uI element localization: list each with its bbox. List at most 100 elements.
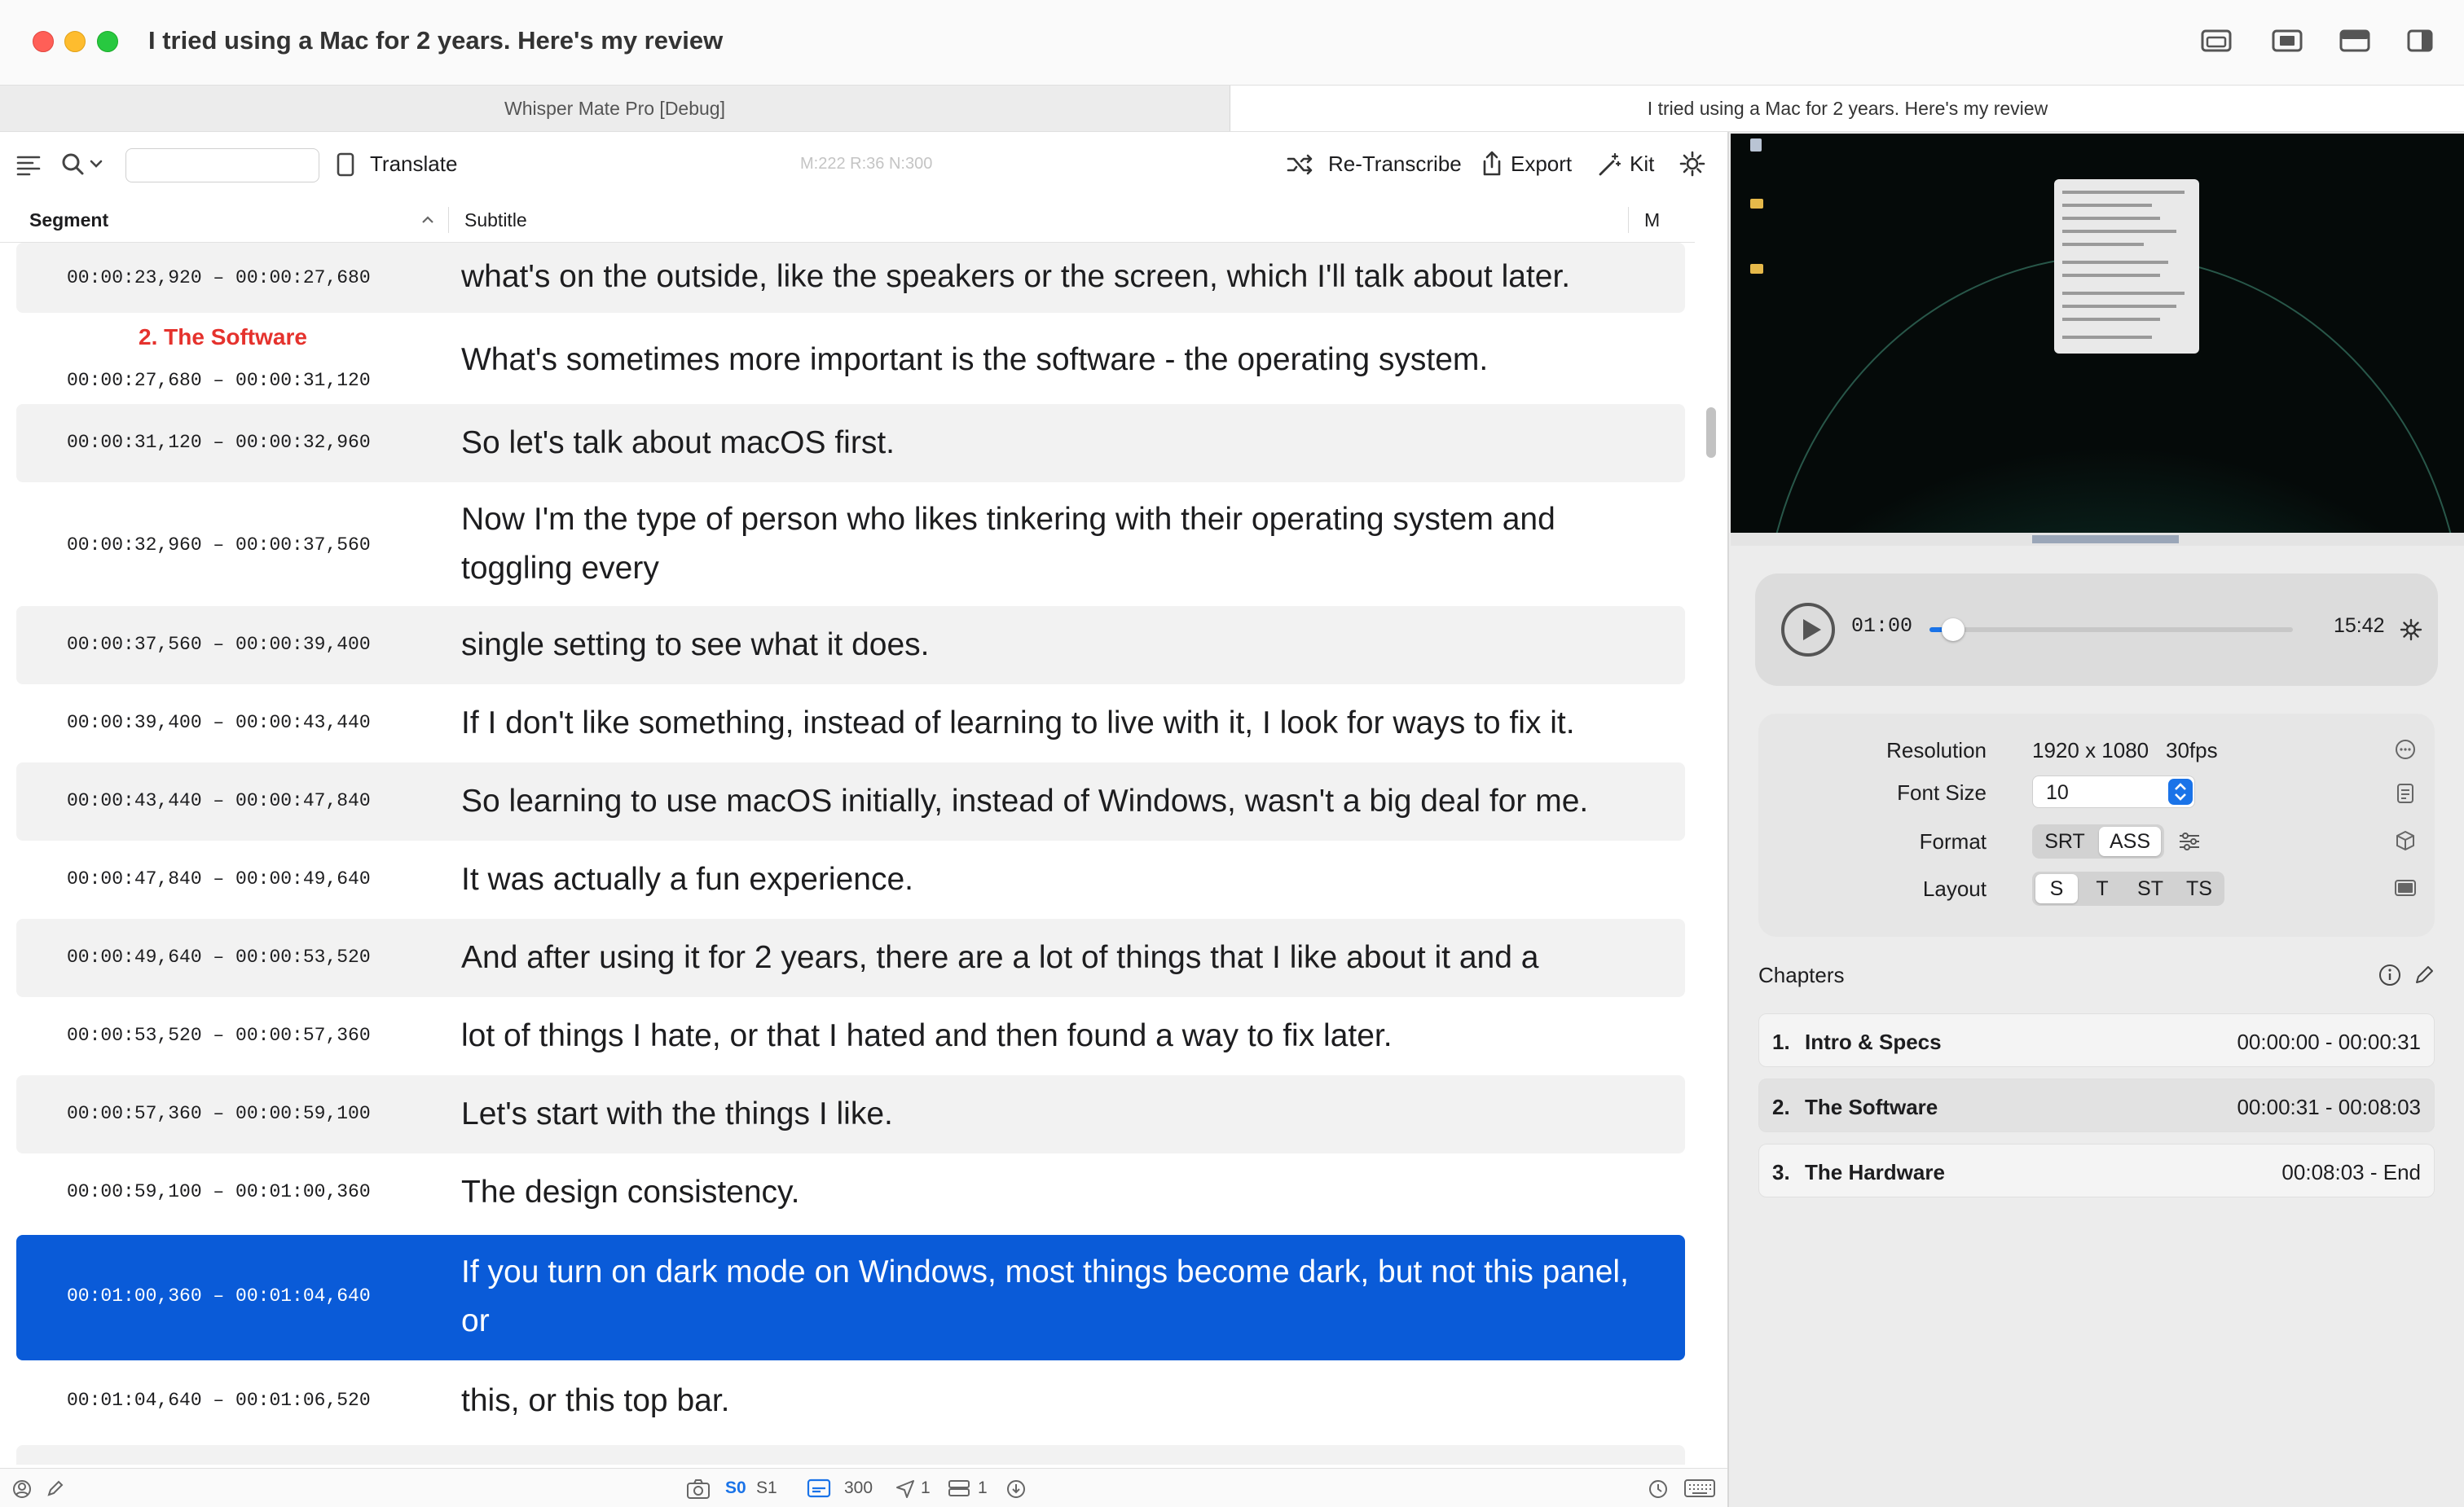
segment-time: 00:00:49,640 – 00:00:53,520 xyxy=(67,947,371,968)
chapter-name: The Software xyxy=(1805,1095,1938,1119)
subtitle-text[interactable]: single setting to see what it does. xyxy=(461,621,1635,670)
stack-icon[interactable] xyxy=(947,1478,971,1498)
close-window-button[interactable] xyxy=(33,31,54,52)
table-row[interactable]: 00:00:39,400 – 00:00:43,440 If I don't l… xyxy=(16,684,1685,762)
document-icon[interactable] xyxy=(2394,782,2417,805)
kit-button[interactable]: Kit xyxy=(1630,152,1654,177)
speaker-s1-toggle[interactable]: S1 xyxy=(756,1478,777,1498)
info-icon[interactable] xyxy=(2378,963,2402,987)
user-circle-icon[interactable] xyxy=(11,1478,33,1500)
translate-button[interactable]: Translate xyxy=(370,152,457,177)
keyboard-icon[interactable] xyxy=(1683,1478,1716,1498)
chapter-time-range: 00:08:03 - End xyxy=(2281,1160,2421,1184)
subtitle-text[interactable]: What's sometimes more important is the s… xyxy=(461,336,1635,384)
layout-option-st[interactable]: ST xyxy=(2127,874,2174,903)
clock-icon[interactable] xyxy=(1648,1478,1669,1500)
magic-wand-icon[interactable] xyxy=(1597,152,1621,178)
subtitle-text[interactable]: this, or this top bar. xyxy=(461,1377,1635,1426)
column-separator[interactable] xyxy=(448,207,449,233)
chapter-item[interactable]: 3. The Hardware 00:08:03 - End xyxy=(1758,1144,2435,1197)
speaker-s0-toggle[interactable]: S0 xyxy=(725,1478,746,1498)
layout-center-icon[interactable] xyxy=(2271,28,2303,54)
window-title: I tried using a Mac for 2 years. Here's … xyxy=(148,26,724,55)
column-segment[interactable]: Segment xyxy=(29,209,108,231)
segment-time: 00:00:47,840 – 00:00:49,640 xyxy=(67,868,371,890)
subtitle-text[interactable]: The design consistency. xyxy=(461,1168,1635,1217)
minimize-window-button[interactable] xyxy=(64,31,86,52)
cube-icon[interactable] xyxy=(2394,829,2417,852)
layout-option-ts[interactable]: TS xyxy=(2176,874,2223,903)
column-m[interactable]: M xyxy=(1644,209,1660,231)
subtitle-text[interactable]: what's on the outside, like the speakers… xyxy=(461,253,1635,301)
gear-icon[interactable] xyxy=(1679,150,1706,178)
subtitle-text[interactable]: So let's talk about macOS first. xyxy=(461,419,1635,468)
column-subtitle[interactable]: Subtitle xyxy=(464,209,527,231)
table-row[interactable] xyxy=(16,1445,1685,1465)
search-icon[interactable] xyxy=(60,152,106,178)
retranscribe-button[interactable]: Re-Transcribe xyxy=(1328,152,1462,177)
translate-toggle-icon[interactable] xyxy=(336,152,355,178)
edit-pencil-icon[interactable] xyxy=(2413,963,2436,986)
playback-slider[interactable] xyxy=(1929,618,2293,641)
sort-ascending-icon[interactable] xyxy=(420,213,435,225)
camera-icon[interactable] xyxy=(686,1478,711,1500)
download-icon[interactable] xyxy=(1005,1478,1027,1500)
list-menu-icon[interactable] xyxy=(16,153,41,176)
format-option-srt[interactable]: SRT xyxy=(2035,827,2094,856)
font-size-stepper[interactable] xyxy=(2168,779,2193,805)
table-row[interactable]: 00:00:32,960 – 00:00:37,560 Now I'm the … xyxy=(16,485,1685,606)
picture-in-picture-icon[interactable] xyxy=(2200,28,2233,54)
player-settings-gear-icon[interactable] xyxy=(2399,617,2423,642)
subtitle-text[interactable]: Now I'm the type of person who likes tin… xyxy=(461,495,1635,593)
sidebar-toggle-icon[interactable] xyxy=(2404,28,2436,54)
export-button[interactable]: Export xyxy=(1511,152,1572,177)
font-size-select[interactable]: 10 xyxy=(2032,775,2195,808)
table-row[interactable]: 00:00:37,560 – 00:00:39,400 single setti… xyxy=(16,606,1685,684)
chapter-item[interactable]: 1. Intro & Specs 00:00:00 - 00:00:31 xyxy=(1758,1013,2435,1067)
resolution-label: Resolution xyxy=(1886,738,1987,762)
table-row[interactable]: 2. The Software 00:00:27,680 – 00:00:31,… xyxy=(16,324,1685,402)
scrollbar-thumb[interactable] xyxy=(1706,407,1716,458)
subtitle-text[interactable]: If I don't like something, instead of le… xyxy=(461,699,1635,748)
more-options-icon[interactable] xyxy=(2394,738,2417,761)
play-button[interactable] xyxy=(1781,603,1835,657)
subtitle-text[interactable]: So learning to use macOS initially, inst… xyxy=(461,777,1635,826)
table-row[interactable]: 00:00:47,840 – 00:00:49,640 It was actua… xyxy=(16,841,1685,919)
column-separator[interactable] xyxy=(1628,207,1629,233)
maximize-window-button[interactable] xyxy=(97,31,118,52)
caption-icon[interactable] xyxy=(807,1478,831,1498)
shuffle-icon[interactable] xyxy=(1286,152,1313,178)
fps-value: 30fps xyxy=(2166,738,2218,762)
table-row-selected[interactable]: 00:01:00,360 – 00:01:04,640 If you turn … xyxy=(16,1235,1685,1360)
table-row[interactable]: 00:00:57,360 – 00:00:59,100 Let's start … xyxy=(16,1075,1685,1153)
table-row[interactable]: 00:00:43,440 – 00:00:47,840 So learning … xyxy=(16,762,1685,841)
table-row[interactable]: 00:00:49,640 – 00:00:53,520 And after us… xyxy=(16,919,1685,997)
export-settings-panel: Resolution 1920 x 1080 30fps Font Size 1… xyxy=(1758,714,2435,937)
subtitle-text[interactable]: And after using it for 2 years, there ar… xyxy=(461,934,1635,982)
pencil-icon[interactable] xyxy=(46,1478,65,1498)
subtitle-text[interactable]: If you turn on dark mode on Windows, mos… xyxy=(461,1248,1635,1346)
layout-top-icon[interactable] xyxy=(2339,28,2371,54)
playback-slider-knob[interactable] xyxy=(1941,618,1965,641)
table-row[interactable]: 00:01:04,640 – 00:01:06,520 this, or thi… xyxy=(16,1362,1685,1440)
table-row[interactable]: 00:00:31,120 – 00:00:32,960 So let's tal… xyxy=(16,404,1685,482)
chapter-marker: 2. The Software xyxy=(139,324,307,349)
subtitle-text[interactable]: Let's start with the things I like. xyxy=(461,1090,1635,1139)
layout-option-t[interactable]: T xyxy=(2081,874,2123,903)
sliders-icon[interactable] xyxy=(2177,831,2202,852)
format-option-ass[interactable]: ASS xyxy=(2099,827,2161,856)
subtitle-text[interactable]: lot of things I hate, or that I hated an… xyxy=(461,1012,1635,1061)
table-row[interactable]: 00:00:59,100 – 00:01:00,360 The design c… xyxy=(16,1153,1685,1232)
search-input[interactable] xyxy=(125,148,319,182)
table-row[interactable]: 00:00:23,920 – 00:00:27,680 what's on th… xyxy=(16,243,1685,313)
tab-video-review[interactable]: I tried using a Mac for 2 years. Here's … xyxy=(1231,86,2464,131)
subtitle-text[interactable]: It was actually a fun experience. xyxy=(461,855,1635,904)
video-preview[interactable] xyxy=(1731,134,2464,546)
tab-whisper-mate[interactable]: Whisper Mate Pro [Debug] xyxy=(0,86,1230,131)
screen-icon[interactable] xyxy=(2394,877,2417,899)
send-icon[interactable] xyxy=(895,1478,916,1498)
share-icon[interactable] xyxy=(1481,150,1503,178)
table-row[interactable]: 00:00:53,520 – 00:00:57,360 lot of thing… xyxy=(16,997,1685,1075)
chapter-item-active[interactable]: 2. The Software 00:00:31 - 00:08:03 xyxy=(1758,1079,2435,1132)
layout-option-s[interactable]: S xyxy=(2035,874,2078,903)
